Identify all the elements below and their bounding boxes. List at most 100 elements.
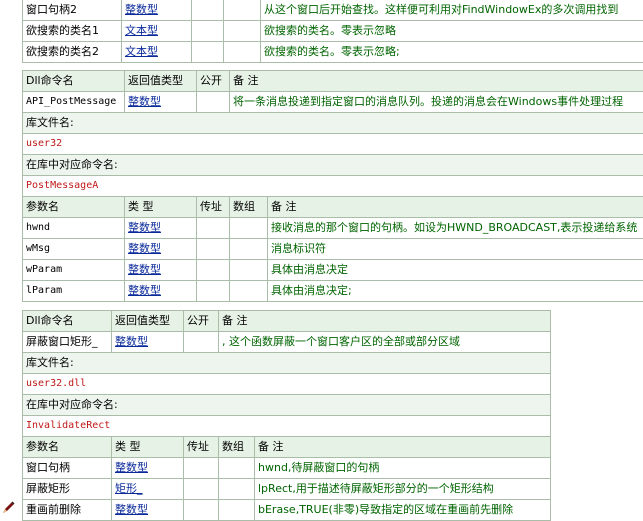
param-name[interactable]: 欲搜索的类名1 bbox=[23, 21, 122, 42]
table-row[interactable]: 欲搜索的类名2 文本型 欲搜索的类名。零表示忽略; bbox=[23, 42, 643, 63]
command-row[interactable]: API_PostMessage 整数型 将一条消息投递到指定窗口的消息队列。投递… bbox=[23, 92, 643, 113]
header-ret-type: 返回值类型 bbox=[125, 71, 197, 92]
param-name[interactable]: hwnd bbox=[23, 218, 125, 239]
table-row[interactable]: 重画前删除 整数型 bErase,TRUE(非零)导致指定的区域在重画前先删除 bbox=[23, 500, 551, 521]
lib-label: 库文件名: bbox=[23, 113, 643, 134]
header-dll-cmd: Dll命令名 bbox=[23, 311, 112, 332]
table-row[interactable]: 欲搜索的类名1 文本型 欲搜索的类名。零表示忽略 bbox=[23, 21, 643, 42]
command-remark[interactable]: , 这个函数屏蔽一个窗口客户区的全部或部分区域 bbox=[219, 332, 551, 353]
command-name[interactable]: 屏蔽窗口矩形_ bbox=[23, 332, 112, 353]
header-array: 数组 bbox=[219, 437, 255, 458]
type-link[interactable]: 整数型 bbox=[128, 284, 161, 297]
header-param-name: 参数名 bbox=[23, 437, 112, 458]
lib-name[interactable]: user32.dll bbox=[23, 374, 551, 395]
param-remark[interactable]: 接收消息的那个窗口的句柄。如设为HWND_BROADCAST,表示投递给系统 bbox=[268, 218, 643, 239]
param-name[interactable]: 重画前删除 bbox=[23, 500, 112, 521]
lib-label-row: 库文件名: bbox=[23, 113, 643, 134]
param-remark[interactable]: 具体由消息决定; bbox=[268, 281, 643, 302]
entry-row[interactable]: InvalidateRect bbox=[23, 416, 551, 437]
table-row[interactable]: 屏蔽矩形 矩形_ lpRect,用于描述待屏蔽矩形部分的一个矩形结构 bbox=[23, 479, 551, 500]
byref-cell[interactable] bbox=[192, 21, 224, 42]
type-link[interactable]: 整数型 bbox=[128, 242, 161, 255]
array-cell[interactable] bbox=[219, 479, 255, 500]
entry-row[interactable]: PostMessageA bbox=[23, 176, 643, 197]
table-header-row: Dll命令名 返回值类型 公开 备 注 bbox=[23, 71, 643, 92]
lib-row[interactable]: user32.dll bbox=[23, 374, 551, 395]
header-param-remark: 备 注 bbox=[255, 437, 551, 458]
array-cell[interactable] bbox=[224, 42, 261, 63]
type-link[interactable]: 整数型 bbox=[128, 221, 161, 234]
public-cell[interactable] bbox=[184, 332, 219, 353]
header-public: 公开 bbox=[197, 71, 230, 92]
pencil-icon bbox=[2, 500, 16, 514]
array-cell[interactable] bbox=[219, 458, 255, 479]
array-cell[interactable] bbox=[230, 281, 268, 302]
table-row[interactable]: wMsg 整数型 消息标识符 bbox=[23, 239, 643, 260]
param-remark[interactable]: 从这个窗口后开始查找。这样便可利用对FindWindowEx的多次调用找到 bbox=[261, 0, 643, 21]
byref-cell[interactable] bbox=[192, 42, 224, 63]
header-param-name: 参数名 bbox=[23, 197, 125, 218]
entry-label: 在库中对应命令名: bbox=[23, 395, 551, 416]
array-cell[interactable] bbox=[224, 21, 261, 42]
array-cell[interactable] bbox=[230, 239, 268, 260]
param-header-row: 参数名 类 型 传址 数组 备 注 bbox=[23, 197, 643, 218]
header-dll-cmd: Dll命令名 bbox=[23, 71, 125, 92]
command-name[interactable]: API_PostMessage bbox=[23, 92, 125, 113]
type-link[interactable]: 整数型 bbox=[125, 3, 158, 16]
type-link[interactable]: 矩形_ bbox=[115, 482, 143, 495]
param-name[interactable]: 屏蔽矩形 bbox=[23, 479, 112, 500]
param-remark[interactable]: lpRect,用于描述待屏蔽矩形部分的一个矩形结构 bbox=[255, 479, 551, 500]
type-link[interactable]: 整数型 bbox=[115, 461, 148, 474]
array-cell[interactable] bbox=[230, 260, 268, 281]
table-row[interactable]: wParam 整数型 具体由消息决定 bbox=[23, 260, 643, 281]
table-row[interactable]: 窗口句柄2 整数型 从这个窗口后开始查找。这样便可利用对FindWindowEx… bbox=[23, 0, 643, 21]
table-row[interactable]: lParam 整数型 具体由消息决定; bbox=[23, 281, 643, 302]
param-remark[interactable]: 具体由消息决定 bbox=[268, 260, 643, 281]
dll-command-table-postmessage: Dll命令名 返回值类型 公开 备 注 API_PostMessage 整数型 … bbox=[22, 70, 643, 302]
param-name[interactable]: wMsg bbox=[23, 239, 125, 260]
byref-cell[interactable] bbox=[197, 239, 230, 260]
return-type-link[interactable]: 整数型 bbox=[128, 95, 161, 108]
param-remark[interactable]: 欲搜索的类名。零表示忽略; bbox=[261, 42, 643, 63]
lib-row[interactable]: user32 bbox=[23, 134, 643, 155]
table-row[interactable]: 窗口句柄 整数型 hwnd,待屏蔽窗口的句柄 bbox=[23, 458, 551, 479]
array-cell[interactable] bbox=[230, 218, 268, 239]
lib-label: 库文件名: bbox=[23, 353, 551, 374]
return-type-link[interactable]: 整数型 bbox=[115, 335, 148, 348]
type-link[interactable]: 整数型 bbox=[128, 263, 161, 276]
param-name[interactable]: 欲搜索的类名2 bbox=[23, 42, 122, 63]
header-array: 数组 bbox=[230, 197, 268, 218]
lib-name[interactable]: user32 bbox=[23, 134, 643, 155]
param-remark[interactable]: bErase,TRUE(非零)导致指定的区域在重画前先删除 bbox=[255, 500, 551, 521]
type-link[interactable]: 文本型 bbox=[125, 24, 158, 37]
entry-name[interactable]: PostMessageA bbox=[23, 176, 643, 197]
param-name[interactable]: wParam bbox=[23, 260, 125, 281]
entry-name[interactable]: InvalidateRect bbox=[23, 416, 551, 437]
byref-cell[interactable] bbox=[184, 479, 219, 500]
command-row[interactable]: 屏蔽窗口矩形_ 整数型 , 这个函数屏蔽一个窗口客户区的全部或部分区域 bbox=[23, 332, 551, 353]
lib-label-row: 库文件名: bbox=[23, 353, 551, 374]
param-name[interactable]: lParam bbox=[23, 281, 125, 302]
byref-cell[interactable] bbox=[184, 500, 219, 521]
command-remark[interactable]: 将一条消息投递到指定窗口的消息队列。投递的消息会在Windows事件处理过程 bbox=[230, 92, 643, 113]
byref-cell[interactable] bbox=[197, 218, 230, 239]
param-remark[interactable]: 欲搜索的类名。零表示忽略 bbox=[261, 21, 643, 42]
header-byref: 传址 bbox=[184, 437, 219, 458]
param-remark[interactable]: 消息标识符 bbox=[268, 239, 643, 260]
byref-cell[interactable] bbox=[197, 281, 230, 302]
public-cell[interactable] bbox=[197, 92, 230, 113]
param-name[interactable]: 窗口句柄 bbox=[23, 458, 112, 479]
param-name[interactable]: 窗口句柄2 bbox=[23, 0, 122, 21]
type-link[interactable]: 文本型 bbox=[125, 45, 158, 58]
byref-cell[interactable] bbox=[192, 0, 224, 21]
array-cell[interactable] bbox=[224, 0, 261, 21]
table-header-row: Dll命令名 返回值类型 公开 备 注 bbox=[23, 311, 551, 332]
param-remark[interactable]: hwnd,待屏蔽窗口的句柄 bbox=[255, 458, 551, 479]
header-param-remark: 备 注 bbox=[268, 197, 643, 218]
byref-cell[interactable] bbox=[197, 260, 230, 281]
entry-label: 在库中对应命令名: bbox=[23, 155, 643, 176]
type-link[interactable]: 整数型 bbox=[115, 503, 148, 516]
byref-cell[interactable] bbox=[184, 458, 219, 479]
array-cell[interactable] bbox=[219, 500, 255, 521]
table-row[interactable]: hwnd 整数型 接收消息的那个窗口的句柄。如设为HWND_BROADCAST,… bbox=[23, 218, 643, 239]
